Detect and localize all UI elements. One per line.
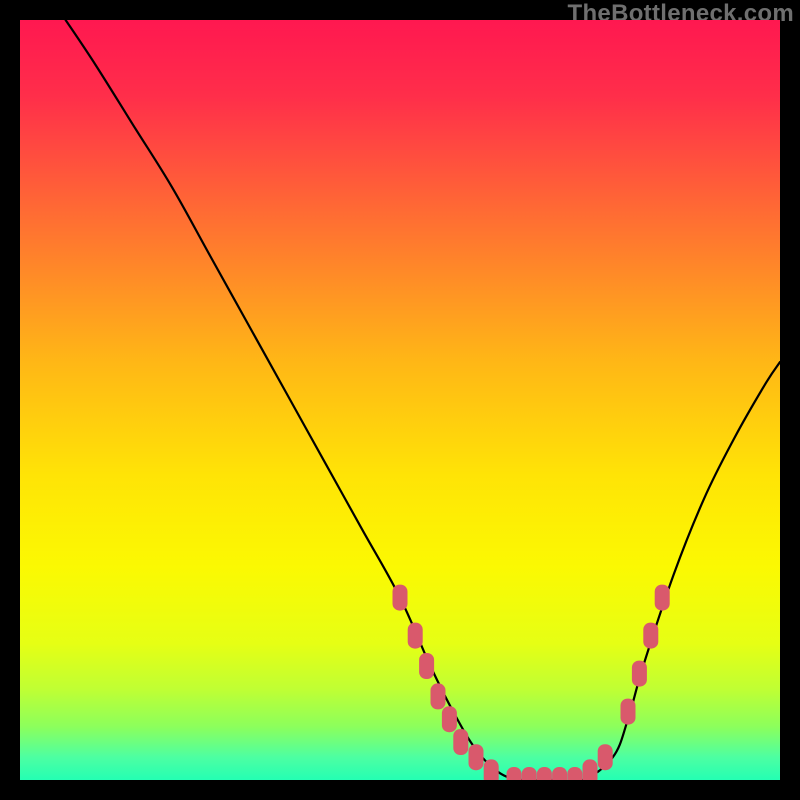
- highlight-dot: [537, 767, 552, 780]
- chart-stage: TheBottleneck.com: [0, 0, 800, 800]
- highlight-dot: [655, 585, 670, 611]
- highlight-dot: [442, 706, 457, 732]
- highlight-dot: [408, 623, 423, 649]
- highlight-dot: [552, 767, 567, 780]
- highlight-dot: [393, 585, 408, 611]
- highlight-dot: [522, 767, 537, 780]
- highlight-dot: [598, 744, 613, 770]
- highlight-dot: [567, 767, 582, 780]
- highlight-dot: [583, 759, 598, 780]
- highlight-dot: [453, 729, 468, 755]
- plot-overlay: [20, 20, 780, 780]
- highlight-dot: [643, 623, 658, 649]
- highlight-dot: [507, 767, 522, 780]
- highlight-dot: [419, 653, 434, 679]
- highlight-dot: [469, 744, 484, 770]
- marker-group: [393, 585, 670, 780]
- plot-area: [20, 20, 780, 780]
- highlight-dot: [484, 759, 499, 780]
- highlight-dot: [621, 699, 636, 725]
- highlight-dot: [632, 661, 647, 687]
- highlight-dot: [431, 683, 446, 709]
